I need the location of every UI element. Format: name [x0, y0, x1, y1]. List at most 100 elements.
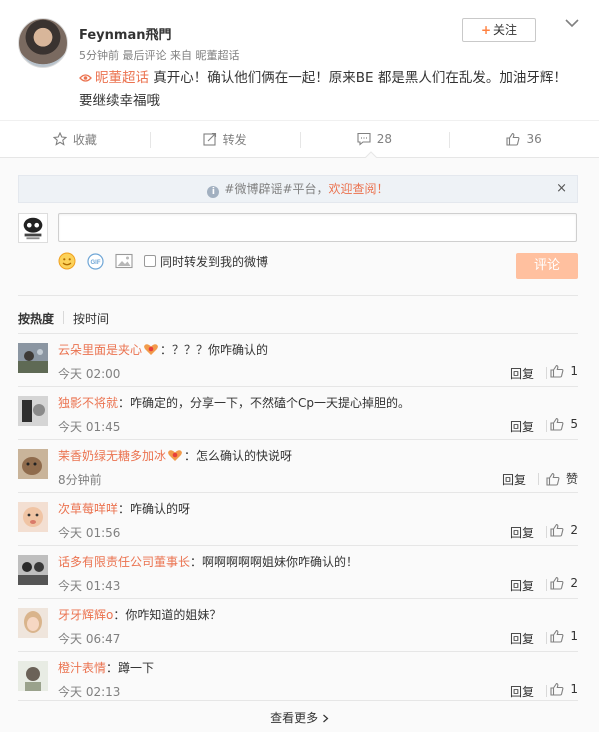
thumbs-up-icon: [550, 364, 564, 378]
follow-label: 关注: [493, 23, 518, 37]
commenter-name[interactable]: 牙牙辉辉o: [58, 608, 113, 622]
comment-time: 今天 02:00: [58, 367, 121, 381]
commenter-avatar[interactable]: [18, 555, 48, 585]
reply-button[interactable]: 回复: [510, 365, 534, 382]
reply-separator: [538, 473, 539, 485]
post-source[interactable]: 昵董超话: [196, 49, 240, 62]
repost-icon: [203, 132, 216, 146]
commenter-avatar[interactable]: [18, 449, 48, 479]
comment-input[interactable]: [58, 213, 577, 242]
comment-pointer: [364, 151, 378, 159]
comment-like-count: 2: [570, 523, 578, 537]
chevron-down-icon[interactable]: [565, 18, 579, 28]
comment-row: 牙牙辉辉o：你咋知道的姐妹？ 今天 06:47 回复 1: [18, 598, 578, 651]
supertopic-link[interactable]: 昵董超话: [95, 70, 149, 86]
image-icon[interactable]: [115, 253, 133, 269]
reply-separator: [546, 685, 547, 697]
info-icon: i: [207, 186, 220, 198]
favorite-label: 收藏: [72, 132, 97, 147]
commenter-avatar[interactable]: [18, 502, 48, 532]
view-more-link[interactable]: 查看更多: [0, 709, 599, 726]
commenter-avatar[interactable]: [18, 396, 48, 426]
comment-count: 28: [376, 132, 393, 146]
author-avatar[interactable]: [18, 18, 68, 68]
my-avatar[interactable]: [18, 213, 48, 243]
comment-line: 独影不将就：咋确定的，分享一下，不然磕个Cp一天提心掉胆的。: [58, 394, 410, 411]
plus-icon: +: [480, 23, 492, 37]
comment-panel: i #微博辟谣#平台，欢迎查阅！ × GIF 同时转发到我的微博 评论 按热度 按…: [0, 158, 599, 732]
commenter-avatar[interactable]: [18, 343, 48, 373]
rumor-notice: i #微博辟谣#平台，欢迎查阅！ ×: [18, 175, 578, 203]
comment-list: 云朵里面是夹心 ：？？？你咋确认的 今天 02:00 回复 1 独影不将就：咋确定…: [18, 333, 578, 704]
comment-like-count: 5: [570, 417, 578, 431]
commenter-name[interactable]: 云朵里面是夹心: [58, 343, 142, 357]
reply-button[interactable]: 回复: [510, 418, 534, 435]
sort-by-time-tab[interactable]: 按时间: [73, 310, 109, 327]
comment-row: 次草莓咩咩：咋确认的呀 今天 01:56 回复 2: [18, 492, 578, 545]
reply-button[interactable]: 回复: [510, 630, 534, 647]
star-icon: [52, 132, 67, 146]
comment-like-count: 1: [570, 682, 578, 696]
comment-time: 今天 01:56: [58, 526, 121, 540]
reply-button[interactable]: 回复: [510, 577, 534, 594]
comment-icon: [357, 132, 371, 146]
commenter-name[interactable]: 独影不将就: [58, 396, 118, 410]
reply-separator: [546, 632, 547, 644]
follow-button[interactable]: + 关注: [462, 18, 536, 42]
sort-by-hot-tab[interactable]: 按热度: [18, 310, 54, 327]
close-icon[interactable]: ×: [556, 176, 567, 202]
comment-like-button[interactable]: 1: [550, 682, 578, 696]
thumbs-up-icon: [550, 629, 564, 643]
gif-icon[interactable]: GIF: [87, 253, 104, 270]
comment-like-button[interactable]: 赞: [546, 470, 578, 487]
comment-like-button[interactable]: 2: [550, 576, 578, 590]
reply-separator: [546, 420, 547, 432]
reply-button[interactable]: 回复: [502, 471, 526, 488]
divider: [18, 295, 578, 296]
comment-row: 橙汁表情：蹲一下 今天 02:13 回复 1: [18, 651, 578, 704]
comment-like-count: 1: [570, 629, 578, 643]
favorite-button[interactable]: 收藏: [0, 121, 150, 157]
like-button[interactable]: 36: [449, 121, 599, 157]
comment-row: 话多有限责任公司董事长：啊啊啊啊啊姐妹你咋确认的！ 今天 01:43 回复 2: [18, 545, 578, 598]
repost-checkbox-label[interactable]: 同时转发到我的微博: [160, 253, 268, 270]
commenter-avatar[interactable]: [18, 608, 48, 638]
reply-separator: [546, 579, 547, 591]
reply-button[interactable]: 回复: [510, 683, 534, 700]
notice-link[interactable]: 欢迎查阅！: [329, 182, 389, 196]
weibo-post-card: Feynman飛門 5分钟前 最后评论 来自 昵董超话 + 关注 昵董超话 真开心…: [0, 0, 599, 732]
reply-separator: [546, 526, 547, 538]
comment-like-button[interactable]: 1: [550, 364, 578, 378]
comment-like-count: 1: [570, 364, 578, 378]
reply-button[interactable]: 回复: [510, 524, 534, 541]
last-comment-label: 最后评论: [122, 49, 167, 62]
comment-time: 今天 01:45: [58, 420, 121, 434]
like-count: 36: [526, 132, 542, 146]
thumbs-up-icon: [550, 523, 564, 537]
repost-button[interactable]: 转发: [149, 121, 300, 157]
post-body: 真开心！确认他们俩在一起！原来BE 都是黑人们在乱发。加油牙辉！要继续幸福哦: [79, 70, 567, 109]
commenter-avatar[interactable]: [18, 661, 48, 691]
fan-badge-icon: [144, 344, 158, 355]
comment-time: 今天 02:13: [58, 685, 121, 699]
post-time[interactable]: 5分钟前: [79, 49, 119, 62]
commenter-name[interactable]: 橙汁表情: [58, 661, 106, 675]
commenter-name[interactable]: 次草莓咩咩: [58, 502, 118, 516]
commenter-name[interactable]: 茉香奶绿无糖多加冰: [58, 449, 166, 463]
comment-text: ：咋确认的呀: [118, 502, 191, 516]
comment-row: 云朵里面是夹心 ：？？？你咋确认的 今天 02:00 回复 1: [18, 333, 578, 386]
comment-like-button[interactable]: 5: [550, 417, 578, 431]
comment-like-button[interactable]: 1: [550, 629, 578, 643]
commenter-name[interactable]: 话多有限责任公司董事长: [58, 555, 190, 569]
thumbs-up-icon: [550, 682, 564, 696]
author-name[interactable]: Feynman飛門: [79, 24, 171, 43]
reply-separator: [546, 367, 547, 379]
comment-line: 牙牙辉辉o：你咋知道的姐妹？: [58, 606, 221, 623]
emoji-icon[interactable]: [58, 252, 76, 270]
submit-comment-button[interactable]: 评论: [516, 253, 578, 279]
comment-line: 橙汁表情：蹲一下: [58, 659, 154, 676]
comment-like-button[interactable]: 2: [550, 523, 578, 537]
comment-line: 云朵里面是夹心 ：？？？你咋确认的: [58, 341, 268, 358]
repost-checkbox[interactable]: [144, 255, 156, 267]
comment-text: ：怎么确认的快说呀: [184, 449, 293, 463]
